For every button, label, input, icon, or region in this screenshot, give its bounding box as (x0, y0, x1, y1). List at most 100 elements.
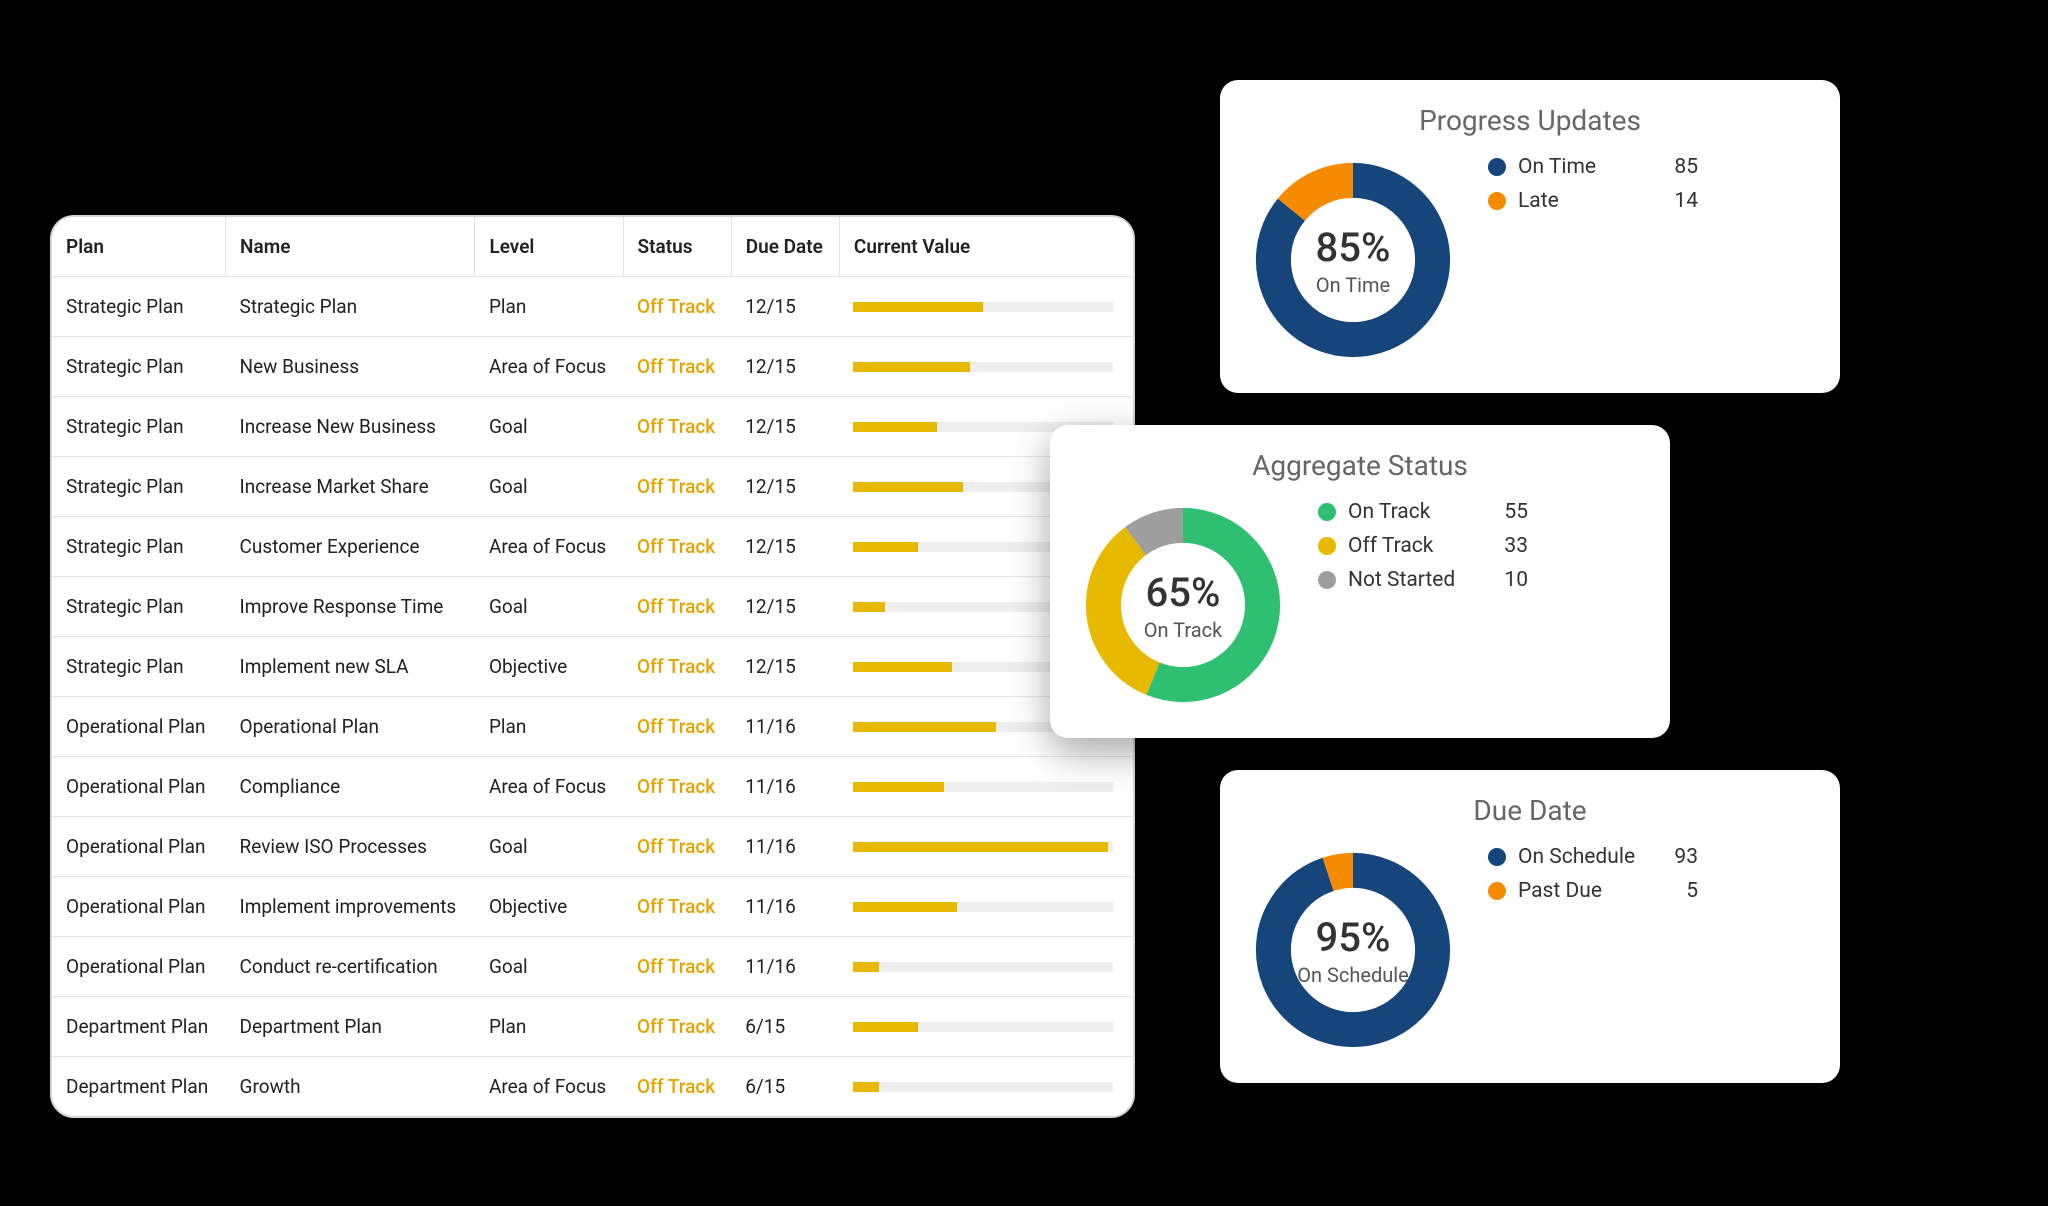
legend-value: 5 (1666, 879, 1698, 903)
legend-label: Off Track (1348, 534, 1484, 558)
table-header[interactable]: Level (475, 217, 623, 277)
status-cell: Off Track (623, 577, 731, 637)
name-cell: Compliance (226, 757, 475, 817)
legend-label: On Time (1518, 155, 1654, 179)
plan-cell: Strategic Plan (52, 517, 226, 577)
donut-label: On Track (1144, 618, 1222, 642)
legend-swatch (1318, 537, 1336, 555)
table-row[interactable]: Department PlanDepartment PlanPlanOff Tr… (52, 997, 1133, 1057)
name-cell: Increase New Business (226, 397, 475, 457)
table-row[interactable]: Operational PlanOperational PlanPlanOff … (52, 697, 1133, 757)
table-row[interactable]: Strategic PlanImprove Response TimeGoalO… (52, 577, 1133, 637)
legend-value: 85 (1666, 155, 1698, 179)
progress-fill (853, 902, 957, 912)
table-header[interactable]: Status (623, 217, 731, 277)
level-cell: Objective (475, 877, 623, 937)
aggregate-donut: 65% On Track (1078, 500, 1288, 710)
due-cell: 11/16 (731, 937, 839, 997)
progress-fill (853, 362, 970, 372)
progress-bar (853, 1082, 1113, 1092)
table-row[interactable]: Department PlanGrowthArea of FocusOff Tr… (52, 1057, 1133, 1117)
legend-item: On Schedule 93 (1488, 845, 1698, 869)
progress-fill (853, 962, 879, 972)
legend-label: Not Started (1348, 568, 1484, 592)
name-cell: Increase Market Share (226, 457, 475, 517)
table-row[interactable]: Operational PlanConduct re-certification… (52, 937, 1133, 997)
progress-cell (839, 757, 1133, 817)
due-cell: 12/15 (731, 337, 839, 397)
card-title: Progress Updates (1248, 104, 1812, 137)
due-cell: 6/15 (731, 997, 839, 1057)
legend-label: On Schedule (1518, 845, 1654, 869)
due-cell: 12/15 (731, 277, 839, 337)
plan-cell: Strategic Plan (52, 397, 226, 457)
donut-percent: 65% (1146, 569, 1221, 616)
level-cell: Goal (475, 457, 623, 517)
plan-cell: Department Plan (52, 1057, 226, 1117)
status-cell: Off Track (623, 637, 731, 697)
progress-cell (839, 1057, 1133, 1117)
status-cell: Off Track (623, 877, 731, 937)
name-cell: Improve Response Time (226, 577, 475, 637)
table-header[interactable]: Name (226, 217, 475, 277)
legend-value: 14 (1666, 189, 1698, 213)
legend-value: 33 (1496, 534, 1528, 558)
legend-value: 10 (1496, 568, 1528, 592)
status-cell: Off Track (623, 1057, 731, 1117)
progress-bar (853, 362, 1113, 372)
level-cell: Goal (475, 817, 623, 877)
card-title: Aggregate Status (1078, 449, 1642, 482)
aggregate-legend: On Track55Off Track33Not Started10 (1318, 500, 1528, 592)
progress-cell (839, 337, 1133, 397)
due-cell: 11/16 (731, 877, 839, 937)
table-row[interactable]: Operational PlanReview ISO ProcessesGoal… (52, 817, 1133, 877)
progress-cell (839, 877, 1133, 937)
table-row[interactable]: Operational PlanComplianceArea of FocusO… (52, 757, 1133, 817)
progress-bar (853, 1022, 1113, 1032)
plans-table-body: Strategic PlanStrategic PlanPlanOff Trac… (52, 277, 1133, 1117)
level-cell: Objective (475, 637, 623, 697)
name-cell: Implement improvements (226, 877, 475, 937)
status-cell: Off Track (623, 817, 731, 877)
plan-cell: Department Plan (52, 997, 226, 1057)
progress-bar (853, 842, 1113, 852)
table-row[interactable]: Operational PlanImplement improvementsOb… (52, 877, 1133, 937)
plan-cell: Strategic Plan (52, 637, 226, 697)
progress-fill (853, 1082, 879, 1092)
progress-fill (853, 482, 962, 492)
legend-swatch (1318, 571, 1336, 589)
due-donut: 95% On Schedule (1248, 845, 1458, 1055)
progress-fill (853, 602, 884, 612)
card-title: Due Date (1248, 794, 1812, 827)
table-header[interactable]: Due Date (731, 217, 839, 277)
table-row[interactable]: Strategic PlanNew BusinessArea of FocusO… (52, 337, 1133, 397)
table-header[interactable]: Current Value (839, 217, 1133, 277)
aggregate-status-card: Aggregate Status 65% On Track On Track55… (1050, 425, 1670, 738)
table-header[interactable]: Plan (52, 217, 226, 277)
plan-cell: Strategic Plan (52, 337, 226, 397)
plan-cell: Operational Plan (52, 757, 226, 817)
legend-label: Past Due (1518, 879, 1654, 903)
progress-bar (853, 902, 1113, 912)
plan-cell: Strategic Plan (52, 457, 226, 517)
due-cell: 12/15 (731, 637, 839, 697)
table-row[interactable]: Strategic PlanIncrease Market ShareGoalO… (52, 457, 1133, 517)
table-row[interactable]: Strategic PlanCustomer ExperienceArea of… (52, 517, 1133, 577)
name-cell: Customer Experience (226, 517, 475, 577)
status-cell: Off Track (623, 697, 731, 757)
plans-table: PlanNameLevelStatusDue DateCurrent Value… (52, 217, 1133, 1116)
legend-item: Past Due 5 (1488, 879, 1698, 903)
progress-bar (853, 962, 1113, 972)
plans-table-card: PlanNameLevelStatusDue DateCurrent Value… (50, 215, 1135, 1118)
legend-swatch (1488, 848, 1506, 866)
table-row[interactable]: Strategic PlanIncrease New BusinessGoalO… (52, 397, 1133, 457)
legend-item: On Time 85 (1488, 155, 1698, 179)
table-row[interactable]: Strategic PlanStrategic PlanPlanOff Trac… (52, 277, 1133, 337)
level-cell: Area of Focus (475, 1057, 623, 1117)
legend-value: 93 (1666, 845, 1698, 869)
due-cell: 11/16 (731, 817, 839, 877)
name-cell: Implement new SLA (226, 637, 475, 697)
table-row[interactable]: Strategic PlanImplement new SLAObjective… (52, 637, 1133, 697)
donut-label: On Time (1316, 273, 1390, 297)
plan-cell: Strategic Plan (52, 277, 226, 337)
